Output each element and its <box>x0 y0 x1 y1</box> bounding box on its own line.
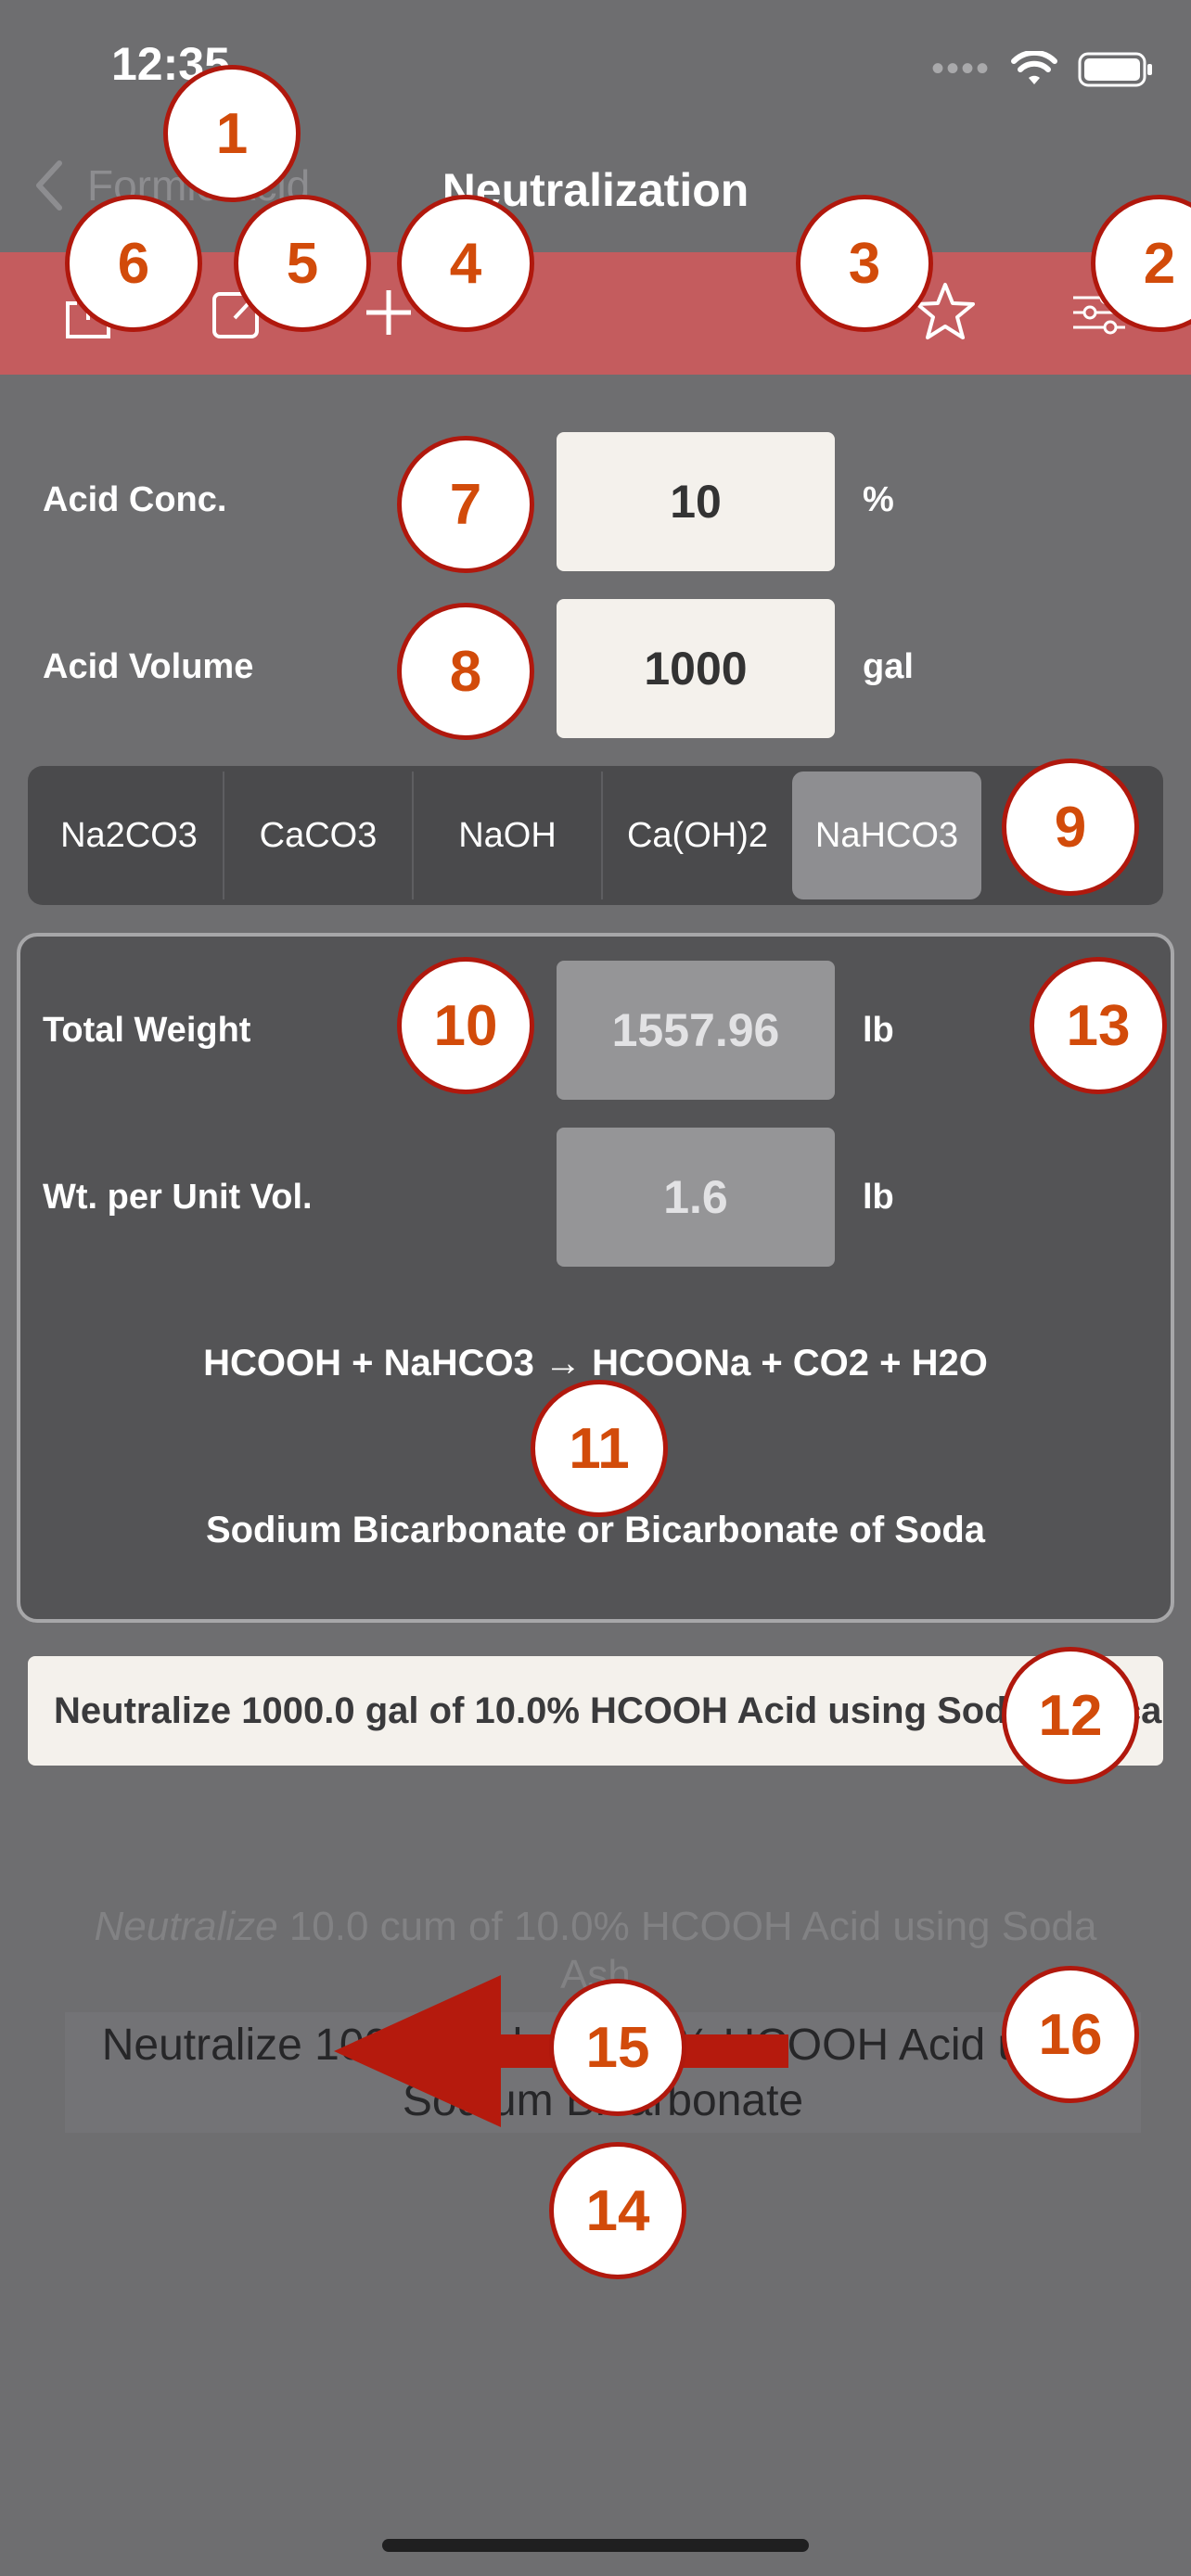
segment-nahco3[interactable]: NaHCO3 <box>792 772 981 899</box>
acid-conc-input[interactable]: 10 <box>557 432 835 571</box>
wt-per-unit-unit: lb <box>863 1178 894 1217</box>
segment-naoh[interactable]: NaOH <box>414 772 603 899</box>
callout-badge: 8 <box>397 603 534 740</box>
callout-badge: 5 <box>234 195 371 332</box>
wt-per-unit-output: 1.6 <box>557 1128 835 1267</box>
segment-caco3[interactable]: CaCO3 <box>224 772 414 899</box>
total-weight-unit: lb <box>863 1011 894 1050</box>
status-icons: •••• <box>931 48 1154 90</box>
callout-badge: 14 <box>549 2142 686 2279</box>
segment-caoh2[interactable]: Ca(OH)2 <box>603 772 792 899</box>
callout-badge: 7 <box>397 436 534 573</box>
battery-icon <box>1078 52 1152 86</box>
acid-volume-unit: gal <box>863 647 914 686</box>
wt-per-unit-label: Wt. per Unit Vol. <box>43 1178 313 1217</box>
summary-text[interactable]: Neutralize 1000.0 gal of 10.0% HCOOH Aci… <box>28 1656 1163 1766</box>
callout-badge: 9 <box>1002 759 1139 896</box>
callout-badge: 1 <box>163 65 301 202</box>
history-item-verb: Neutralize <box>94 1904 278 1949</box>
callout-badge: 3 <box>796 195 933 332</box>
callout-badge: 15 <box>549 1979 686 2116</box>
acid-volume-label: Acid Volume <box>43 647 254 686</box>
home-indicator[interactable] <box>382 2539 809 2552</box>
callout-badge: 10 <box>397 957 534 1094</box>
total-weight-label: Total Weight <box>43 1011 251 1050</box>
neutralizer-segmented-control: Na2CO3 CaCO3 NaOH Ca(OH)2 NaHCO3 <box>28 766 1163 905</box>
callout-badge: 6 <box>65 195 202 332</box>
cellular-signal-icon: •••• <box>930 48 991 89</box>
callout-badge: 13 <box>1030 957 1167 1094</box>
callout-badge: 12 <box>1002 1647 1139 1784</box>
acid-volume-input[interactable]: 1000 <box>557 599 835 738</box>
segment-na2co3[interactable]: Na2CO3 <box>35 772 224 899</box>
callout-badge: 11 <box>531 1380 668 1517</box>
reaction-equation: HCOOH + NaHCO3 → HCOONa + CO2 + H2O <box>203 1343 988 1384</box>
acid-conc-unit: % <box>863 480 894 519</box>
wifi-icon <box>1011 50 1057 84</box>
callout-badge: 4 <box>397 195 534 332</box>
total-weight-output: 1557.96 <box>557 961 835 1100</box>
acid-conc-label: Acid Conc. <box>43 480 227 519</box>
callout-badge: 16 <box>1002 1966 1139 2103</box>
